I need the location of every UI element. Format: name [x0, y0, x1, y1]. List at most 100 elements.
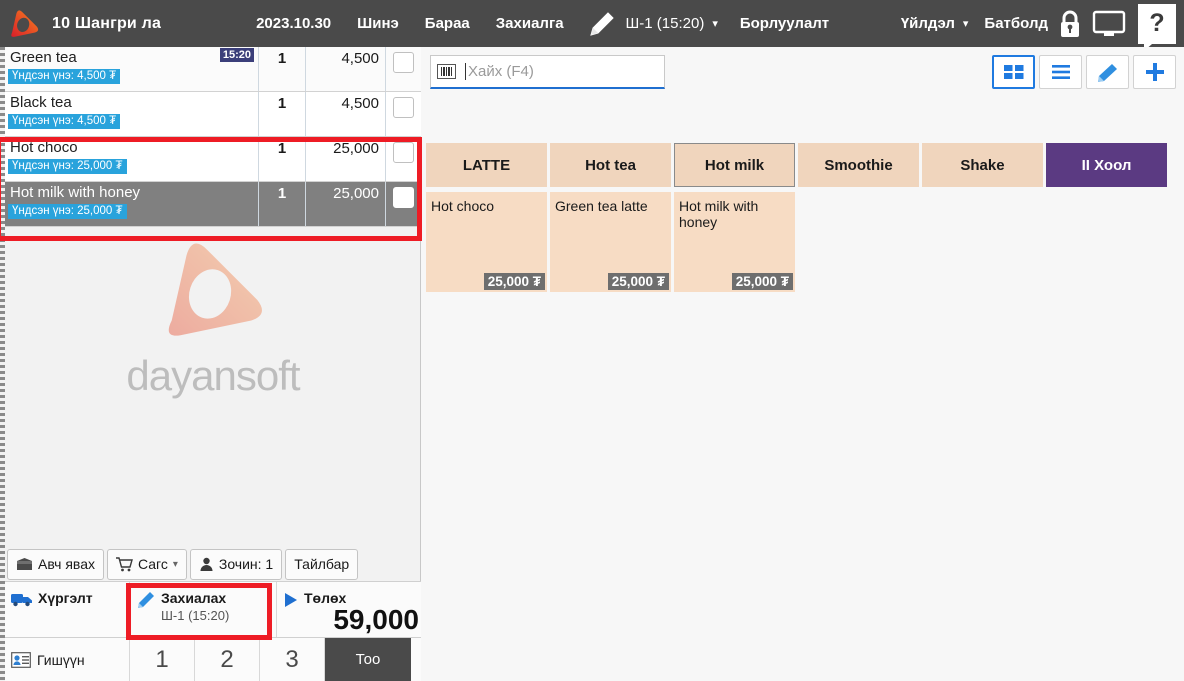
plus-icon [1145, 63, 1164, 81]
order-item-checkbox-cell [385, 92, 420, 136]
catalog-panel: Хайх (F4) LATTE Hot tea Hot milk Smoothi… [422, 47, 1184, 681]
menu-goods[interactable]: Бараа [425, 15, 470, 32]
app-logo [0, 0, 48, 47]
cart-icon [115, 556, 133, 571]
cart-button[interactable]: Сагс ▾ [106, 548, 187, 580]
order-item-qty[interactable]: 1 [258, 182, 305, 226]
order-item-qty[interactable]: 1 [258, 137, 305, 181]
grid-view-button[interactable] [992, 55, 1035, 89]
product-price: 25,000 ₮ [731, 273, 793, 290]
pay-button[interactable]: Төлөх 59,000 [277, 582, 421, 637]
numpad-key-2[interactable]: 2 [195, 638, 260, 681]
guest-count-button[interactable]: Зочин: 1 [189, 548, 283, 580]
tab-latte[interactable]: LATTE [426, 143, 547, 187]
tab-hot-milk[interactable]: Hot milk [674, 143, 795, 187]
pencil-icon [1098, 63, 1117, 82]
order-numpad-row: Гишүүн 1 2 3 Тоо [5, 637, 421, 681]
order-item-checkbox[interactable] [392, 142, 414, 163]
order-panel: Green tea Үндсэн үнэ: 4,500 ₮ 15:20 1 4,… [0, 47, 421, 681]
monitor-icon[interactable] [1092, 9, 1126, 39]
product-name: Green tea latte [555, 198, 648, 214]
numpad-key-1[interactable]: 1 [130, 638, 195, 681]
menu-sale[interactable]: Борлуулалт [740, 15, 829, 32]
header-date: 2023.10.30 [256, 15, 332, 32]
pos-app: 10 Шангри ла 2023.10.30 Шинэ Бараа Захиа… [0, 0, 1184, 681]
product-grid: Hot choco 25,000 ₮ Green tea latte 25,00… [426, 192, 795, 292]
note-button[interactable]: Тайлбар [285, 548, 359, 580]
member-label: Гишүүн [37, 651, 85, 668]
search-placeholder: Хайх (F4) [468, 63, 534, 80]
order-item-name: Hot choco [10, 139, 78, 156]
order-item-name-cell: Hot milk with honey Үндсэн үнэ: 25,000 ₮ [5, 182, 258, 227]
order-actions-row: Хүргэлт Захиалах Ш-1 (15:20) Төлөх 59,00… [5, 581, 421, 637]
place-order-label: Захиалах [161, 590, 227, 606]
order-item-price: 25,000 [305, 137, 385, 181]
delivery-button[interactable]: Хүргэлт [5, 582, 130, 637]
order-item-price: 4,500 [305, 47, 385, 91]
product-price: 25,000 ₮ [607, 273, 669, 290]
order-item-base-price: Үндсэн үнэ: 25,000 ₮ [8, 159, 127, 174]
order-item-checkbox[interactable] [392, 97, 414, 118]
place-order-pencil-icon [138, 592, 154, 608]
cart-label: Сагс [137, 556, 168, 572]
list-view-button[interactable] [1039, 55, 1082, 89]
member-button[interactable]: Гишүүн [5, 638, 130, 681]
barcode-icon [437, 64, 456, 79]
menu-order[interactable]: Захиалга [496, 15, 564, 32]
order-item-price: 25,000 [305, 182, 385, 226]
qty-mode-button[interactable]: Тоо [325, 638, 411, 681]
table-row[interactable]: Hot choco Үндсэн үнэ: 25,000 ₮ 1 25,000 [5, 137, 421, 182]
search-input[interactable]: Хайх (F4) [430, 55, 665, 89]
id-card-icon [11, 651, 31, 668]
product-card[interactable]: Green tea latte 25,000 ₮ [550, 192, 671, 292]
menu-new[interactable]: Шинэ [357, 15, 399, 32]
table-row[interactable]: Hot milk with honey Үндсэн үнэ: 25,000 ₮… [5, 182, 421, 227]
product-name: Hot milk with honey [679, 198, 759, 231]
order-item-checkbox[interactable] [392, 187, 414, 208]
tab-ii-hool[interactable]: II Хоол [1046, 143, 1167, 187]
edit-catalog-button[interactable] [1086, 55, 1129, 89]
order-item-price: 4,500 [305, 92, 385, 136]
watermark: dayansoft [5, 232, 421, 582]
order-item-checkbox[interactable] [392, 52, 414, 73]
shift-selector-label[interactable]: Ш-1 (15:20) [626, 15, 705, 32]
order-item-name: Green tea [10, 49, 77, 66]
branch-title: 10 Шангри ла [52, 14, 162, 32]
product-name: Hot choco [431, 198, 495, 214]
catalog-view-tools [992, 55, 1176, 89]
product-card[interactable]: Hot milk with honey 25,000 ₮ [674, 192, 795, 292]
guest-count-label: Зочин: 1 [218, 556, 274, 572]
order-item-base-price: Үндсэн үнэ: 25,000 ₮ [8, 204, 127, 219]
tab-hot-tea[interactable]: Hot tea [550, 143, 671, 187]
help-button[interactable]: ? [1138, 3, 1176, 51]
table-row[interactable]: Green tea Үндсэн үнэ: 4,500 ₮ 15:20 1 4,… [5, 47, 421, 92]
order-item-name: Hot milk with honey [10, 184, 141, 201]
order-item-checkbox-cell [385, 182, 420, 226]
order-bottom-toolbar: Авч явах Сагс ▾ Зочин: 1 Тайлбар Хүргэлт… [5, 545, 421, 681]
order-items-list: Green tea Үндсэн үнэ: 4,500 ₮ 15:20 1 4,… [5, 47, 421, 227]
product-card[interactable]: Hot choco 25,000 ₮ [426, 192, 547, 292]
action-menu-label[interactable]: Үйлдэл [901, 15, 955, 32]
list-icon [1051, 65, 1070, 79]
order-item-qty[interactable]: 1 [258, 92, 305, 136]
action-chevron-down-icon[interactable]: ▾ [963, 17, 969, 30]
panel-resize-handle[interactable] [0, 47, 5, 681]
search-wrapper: Хайх (F4) [430, 55, 665, 89]
place-order-button[interactable]: Захиалах Ш-1 (15:20) [130, 582, 277, 637]
app-header: 10 Шангри ла 2023.10.30 Шинэ Бараа Захиа… [0, 0, 1184, 51]
order-options-row: Авч явах Сагс ▾ Зочин: 1 Тайлбар [5, 545, 421, 581]
header-pencil-icon[interactable] [586, 10, 616, 38]
order-item-checkbox-cell [385, 47, 420, 91]
tab-shake[interactable]: Shake [922, 143, 1043, 187]
numpad-key-3[interactable]: 3 [260, 638, 325, 681]
add-product-button[interactable] [1133, 55, 1176, 89]
order-item-name: Black tea [10, 94, 72, 111]
cart-chevron-down-icon[interactable]: ▾ [173, 559, 178, 570]
tab-smoothie[interactable]: Smoothie [798, 143, 919, 187]
lock-icon[interactable] [1057, 9, 1083, 39]
dayansoft-play-logo-icon [11, 9, 39, 37]
order-item-qty[interactable]: 1 [258, 47, 305, 91]
table-row[interactable]: Black tea Үндсэн үнэ: 4,500 ₮ 1 4,500 [5, 92, 421, 137]
shift-chevron-down-icon[interactable]: ▾ [712, 17, 718, 30]
takeaway-button[interactable]: Авч явах [7, 548, 104, 580]
